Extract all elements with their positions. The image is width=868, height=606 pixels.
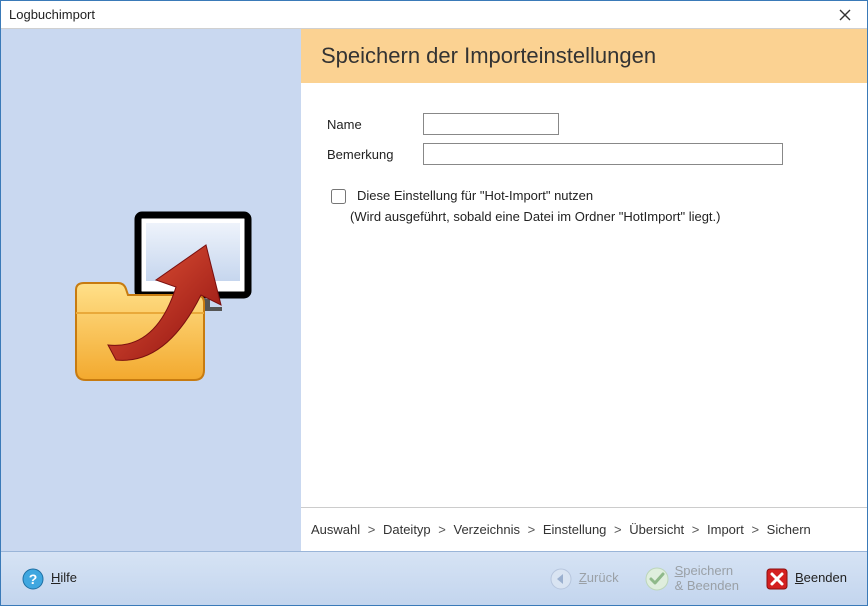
hotimport-sublabel: (Wird ausgeführt, sobald eine Datei im O… bbox=[350, 209, 841, 224]
hotimport-checkbox[interactable] bbox=[331, 189, 346, 204]
dialog-body: Speichern der Importeinstellungen Name B… bbox=[1, 29, 867, 551]
save-exit-label: Speichern & Beenden bbox=[675, 564, 739, 594]
close-icon bbox=[839, 9, 851, 21]
row-hotimport: Diese Einstellung für "Hot-Import" nutze… bbox=[327, 187, 841, 207]
breadcrumb-item: Einstellung bbox=[543, 522, 607, 537]
name-label: Name bbox=[327, 117, 423, 132]
close-button[interactable] bbox=[823, 1, 867, 29]
breadcrumb-item: Verzeichnis bbox=[454, 522, 520, 537]
breadcrumb: Auswahl > Dateityp > Verzeichnis > Einst… bbox=[301, 507, 867, 551]
back-label: Zurück bbox=[579, 571, 619, 586]
breadcrumb-sep: > bbox=[688, 522, 703, 537]
name-input[interactable] bbox=[423, 113, 559, 135]
titlebar: Logbuchimport bbox=[1, 1, 867, 29]
exit-label: Beenden bbox=[795, 571, 847, 586]
folder-import-illustration-icon bbox=[46, 185, 256, 395]
page-title: Speichern der Importeinstellungen bbox=[301, 29, 867, 83]
breadcrumb-item: Dateityp bbox=[383, 522, 431, 537]
breadcrumb-item: Übersicht bbox=[629, 522, 684, 537]
breadcrumb-sep: > bbox=[610, 522, 625, 537]
form-content: Name Bemerkung Diese Einstellung für "Ho… bbox=[301, 83, 867, 507]
breadcrumb-item: Sichern bbox=[767, 522, 811, 537]
help-label: Hilfe bbox=[51, 571, 77, 586]
remark-label: Bemerkung bbox=[327, 147, 423, 162]
dialog-window: Logbuchimport Sp bbox=[0, 0, 868, 606]
breadcrumb-item: Import bbox=[707, 522, 744, 537]
sidebar bbox=[1, 29, 301, 551]
help-icon: ? bbox=[21, 567, 45, 591]
window-title: Logbuchimport bbox=[9, 7, 823, 22]
back-icon bbox=[549, 567, 573, 591]
breadcrumb-sep: > bbox=[435, 522, 450, 537]
check-icon bbox=[645, 567, 669, 591]
back-button[interactable]: Zurück bbox=[541, 563, 627, 595]
save-exit-button[interactable]: Speichern & Beenden bbox=[637, 560, 747, 598]
svg-text:?: ? bbox=[29, 571, 38, 587]
breadcrumb-sep: > bbox=[524, 522, 539, 537]
help-button[interactable]: ? Hilfe bbox=[13, 563, 85, 595]
remark-input[interactable] bbox=[423, 143, 783, 165]
hotimport-label: Diese Einstellung für "Hot-Import" nutze… bbox=[357, 187, 593, 205]
breadcrumb-sep: > bbox=[364, 522, 379, 537]
row-name: Name bbox=[327, 113, 841, 135]
row-remark: Bemerkung bbox=[327, 143, 841, 165]
breadcrumb-sep: > bbox=[748, 522, 763, 537]
exit-icon bbox=[765, 567, 789, 591]
footer: ? Hilfe Zurück Speichern & Beenden Be bbox=[1, 551, 867, 605]
breadcrumb-item: Auswahl bbox=[311, 522, 360, 537]
main-panel: Speichern der Importeinstellungen Name B… bbox=[301, 29, 867, 551]
exit-button[interactable]: Beenden bbox=[757, 563, 855, 595]
